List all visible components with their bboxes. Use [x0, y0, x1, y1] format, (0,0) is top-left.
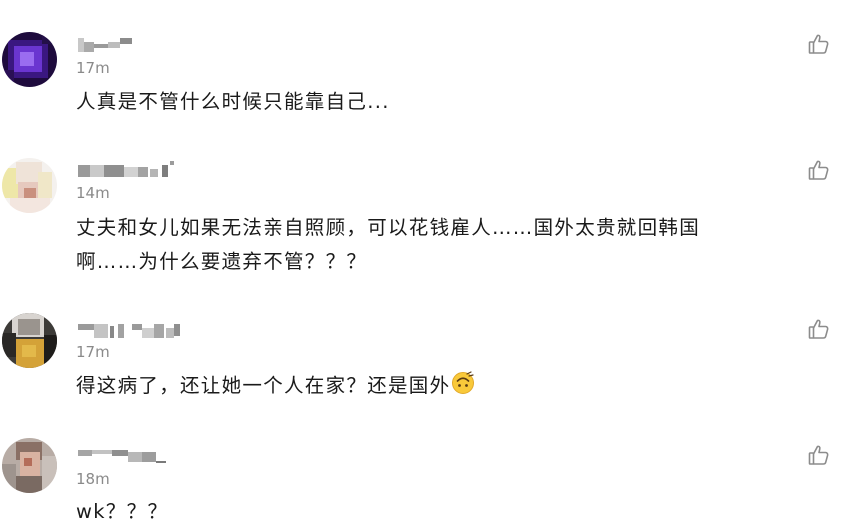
thumbs-up-icon[interactable]	[807, 443, 831, 467]
thumbs-up-icon[interactable]	[807, 32, 831, 56]
username-blurred[interactable]	[78, 448, 170, 464]
avatar[interactable]	[2, 438, 57, 493]
comment-text: wk？？？	[76, 500, 169, 523]
thumbs-up-icon[interactable]	[807, 317, 831, 341]
comment-text-line: 啊……为什么要遗弃不管？？？	[76, 250, 368, 273]
username-blurred[interactable]	[78, 36, 138, 52]
comment-text-content: 得这病了，还让她一个人在家？还是国外	[76, 374, 451, 397]
avatar[interactable]	[2, 158, 57, 213]
comment-text-line: 丈夫和女儿如果无法亲自照顾，可以花钱雇人……国外太贵就回韩国	[76, 216, 701, 239]
avatar[interactable]	[2, 313, 57, 368]
comment-time: 17m	[76, 59, 110, 77]
comment-text: 人真是不管什么时候只能靠自己...	[76, 90, 390, 113]
upside-down-smile-emoji	[451, 371, 475, 395]
comment-text: 得这病了，还让她一个人在家？还是国外	[76, 369, 846, 403]
comment-time: 18m	[76, 470, 110, 488]
username-blurred[interactable]	[78, 322, 182, 338]
comment-time: 14m	[76, 184, 110, 202]
comment-text: 丈夫和女儿如果无法亲自照顾，可以花钱雇人……国外太贵就回韩国 啊……为什么要遗弃…	[76, 211, 846, 279]
comment-time: 17m	[76, 343, 110, 361]
username-blurred[interactable]	[78, 161, 178, 177]
avatar[interactable]	[2, 32, 57, 87]
comment-list: 17m 人真是不管什么时候只能靠自己... 14m 丈夫和女儿如果无法亲自照顾，…	[0, 0, 850, 532]
thumbs-up-icon[interactable]	[807, 158, 831, 182]
